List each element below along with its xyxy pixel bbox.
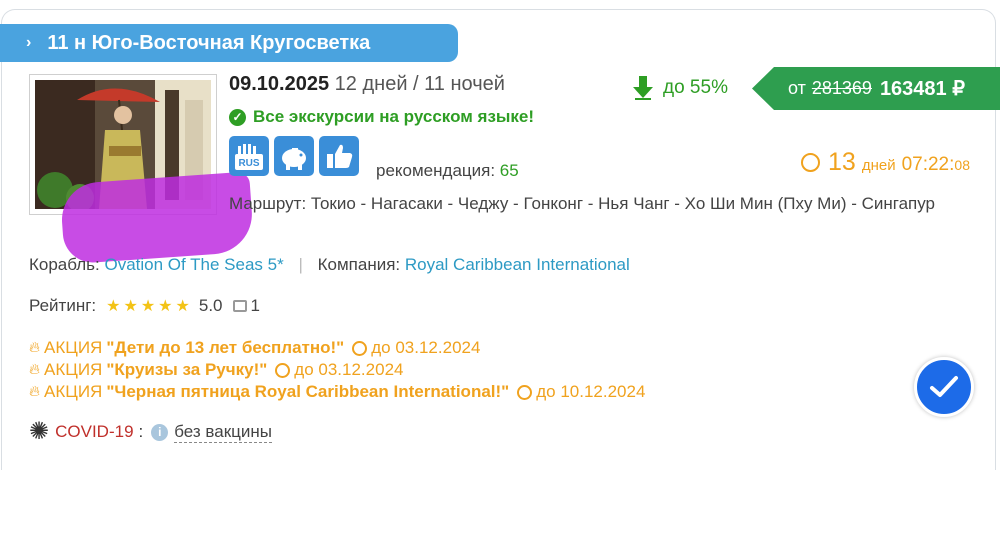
promo-label: АКЦИЯ: [44, 382, 103, 401]
timer-days: 13: [828, 148, 856, 176]
svg-text:RUS: RUS: [238, 158, 259, 169]
promo-label: АКЦИЯ: [44, 338, 103, 357]
thumbs-up-icon[interactable]: [319, 136, 359, 176]
rating-value: 5.0: [198, 296, 223, 315]
promo-until: до 03.12.2024: [371, 338, 481, 357]
cruise-title-tab[interactable]: › 11 н Юго-Восточная Кругосветка: [0, 24, 458, 62]
promo-until: до 03.12.2024: [294, 360, 404, 379]
clock-icon: [801, 153, 820, 172]
route-label: Маршрут:: [229, 194, 307, 213]
promo-list: 🔥︎ АКЦИЯ "Дети до 13 лет бесплатно!" до …: [29, 337, 645, 403]
info-icon[interactable]: i: [151, 423, 169, 441]
cruise-title: 11 н Юго-Восточная Кругосветка: [47, 31, 371, 54]
comments-count[interactable]: 1: [251, 296, 260, 316]
covid-label: COVID-19: [55, 422, 134, 441]
rus-flag-icon[interactable]: RUS: [229, 136, 269, 176]
fire-icon: 🔥︎: [29, 361, 41, 378]
company-label: Компания:: [317, 255, 401, 274]
cruise-date: 09.10.2025 12 дней / 11 ночей: [229, 73, 505, 96]
covid-info: ✺ COVID-19 : i без вакцины: [29, 420, 272, 444]
promo-name[interactable]: "Черная пятница Royal Caribbean Internat…: [106, 381, 509, 403]
price-old: 281369: [811, 78, 872, 98]
route: Маршрут: Токио - Нагасаки - Чеджу - Гонк…: [229, 193, 949, 215]
promo-item[interactable]: 🔥︎ АКЦИЯ "Круизы за Ручку!" до 03.12.202…: [29, 359, 645, 381]
covid-vaccine-status[interactable]: без вакцины: [174, 422, 272, 443]
recommendation: рекомендация: 65: [376, 161, 519, 181]
rating: Рейтинг: ★★★★★ 5.0 1: [29, 296, 260, 316]
promo-item[interactable]: 🔥︎ АКЦИЯ "Черная пятница Royal Caribbean…: [29, 381, 645, 403]
feature-icons: RUS: [229, 136, 359, 176]
checkmark-badge-icon[interactable]: [914, 357, 974, 417]
timer-hours-minutes: 07:22:: [901, 154, 955, 175]
chevron-right-icon: ›: [26, 34, 32, 51]
recommendation-label: рекомендация:: [376, 161, 496, 180]
comment-icon[interactable]: [232, 300, 247, 312]
checkmark-icon: [930, 376, 958, 397]
covid-separator: :: [138, 422, 144, 441]
recommendation-value: 65: [499, 161, 519, 180]
company-link[interactable]: Royal Caribbean International: [405, 255, 630, 274]
departure-date: 09.10.2025: [229, 73, 330, 95]
price-new: 163481 ₽: [879, 78, 965, 100]
promo-until: до 10.12.2024: [536, 382, 646, 401]
divider: |: [298, 255, 303, 274]
timer-days-label: дней: [861, 157, 896, 174]
check-circle-icon: ✓: [229, 108, 246, 126]
discount: до 55%: [633, 76, 728, 100]
clock-icon: [275, 362, 291, 378]
star-rating-icon: ★★★★★: [106, 298, 193, 315]
fire-icon: 🔥︎: [29, 383, 41, 400]
fire-icon: 🔥︎: [29, 339, 41, 356]
rating-label: Рейтинг:: [29, 296, 97, 315]
countdown-timer: 13 дней 07:22: 08: [801, 148, 970, 177]
clock-icon: [517, 384, 533, 400]
price-from: от: [788, 78, 806, 98]
virus-icon: ✺: [29, 418, 50, 445]
ship-company-line: Корабль: Ovation Of The Seas 5* | Компан…: [29, 255, 630, 275]
arrow-down-icon: [633, 76, 653, 100]
russian-excursions: ✓ Все экскурсии на русском языке!: [229, 107, 534, 127]
route-ports: Токио - Нагасаки - Чеджу - Гонконг - Нья…: [310, 194, 936, 213]
discount-value: до 55%: [663, 77, 728, 98]
timer-seconds: 08: [954, 157, 970, 173]
promo-item[interactable]: 🔥︎ АКЦИЯ "Дети до 13 лет бесплатно!" до …: [29, 337, 645, 359]
duration: 12 дней / 11 ночей: [334, 73, 505, 95]
russian-excursions-text: Все экскурсии на русском языке!: [253, 107, 535, 126]
promo-label: АКЦИЯ: [44, 360, 103, 379]
promo-name[interactable]: "Круизы за Ручку!": [106, 359, 267, 381]
price-tag[interactable]: от 281369 163481 ₽: [752, 67, 1000, 110]
promo-name[interactable]: "Дети до 13 лет бесплатно!": [106, 337, 344, 359]
ship-link[interactable]: Ovation Of The Seas 5*: [104, 255, 283, 274]
ship-label: Корабль:: [29, 255, 100, 274]
purple-marker-smear: [59, 171, 255, 265]
piggy-bank-icon[interactable]: [274, 136, 314, 176]
clock-icon: [352, 340, 368, 356]
